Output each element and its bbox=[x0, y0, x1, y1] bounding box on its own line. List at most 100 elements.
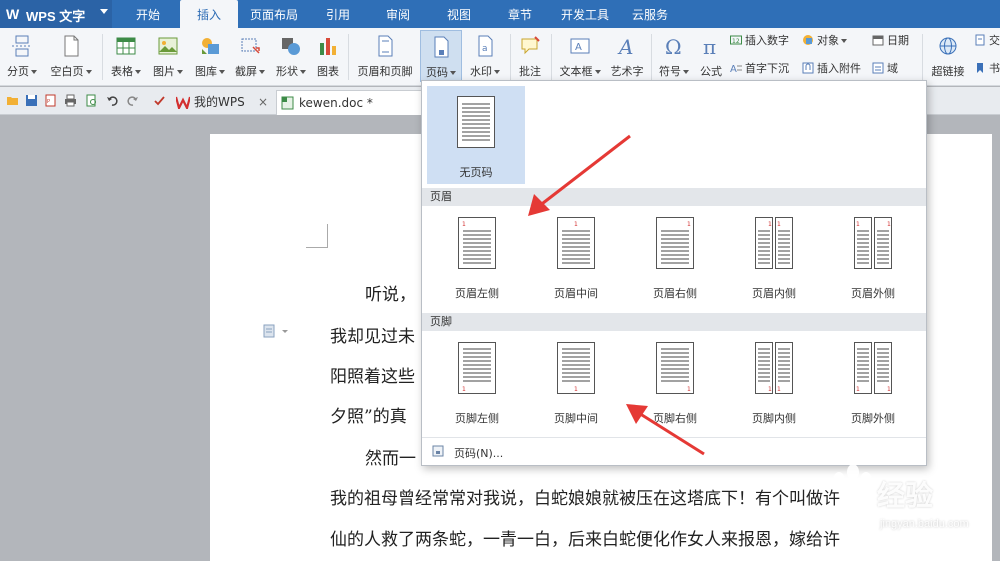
insert-number-button[interactable]: 12 插入数字 bbox=[730, 32, 789, 50]
option-label: 页脚左侧 bbox=[455, 412, 499, 425]
first-drop-button[interactable]: A 首字下沉 bbox=[730, 60, 789, 78]
tab-chapter[interactable]: 章节 bbox=[500, 0, 540, 28]
document-icon bbox=[975, 34, 985, 46]
customize-toolbar-icon[interactable] bbox=[153, 94, 166, 107]
save-icon[interactable] bbox=[25, 94, 38, 107]
option-label: 页眉外侧 bbox=[851, 287, 895, 300]
page-break-icon bbox=[12, 35, 32, 57]
cross-ref-button[interactable]: 交 bbox=[974, 32, 1000, 50]
option-header-inside[interactable]: 1 1 页眉内侧 bbox=[725, 211, 823, 309]
export-pdf-icon[interactable]: P bbox=[44, 94, 57, 107]
page-number-button[interactable]: 页码 bbox=[420, 30, 462, 82]
globe-icon bbox=[939, 37, 957, 55]
doc-tab-my-wps[interactable]: 我的WPS × bbox=[172, 90, 274, 115]
gallery-label: 图库 bbox=[195, 65, 217, 78]
bookmark-button[interactable]: 书 bbox=[974, 60, 1000, 78]
insert-number-label: 插入数字 bbox=[745, 34, 789, 47]
page-thumbnail-icon: 1 bbox=[557, 217, 595, 269]
chart-icon bbox=[320, 38, 336, 55]
date-label: 日期 bbox=[887, 34, 909, 47]
page-number-digit: 1 bbox=[856, 386, 860, 393]
ribbon: 分页 空白页 表格 图片 图库 截屏 形状 图表 页眉和页脚 页码 a 水印 批… bbox=[0, 28, 1000, 86]
shapes-button[interactable]: 形状 bbox=[271, 30, 311, 82]
page-thumbnail-icon: 1 bbox=[557, 342, 595, 394]
header-footer-button[interactable]: 页眉和页脚 bbox=[352, 30, 418, 82]
text-box-button[interactable]: A 文本框 bbox=[555, 30, 605, 82]
option-label: 页眉中间 bbox=[554, 287, 598, 300]
option-label: 页脚外侧 bbox=[851, 412, 895, 425]
ribbon-divider bbox=[551, 34, 552, 80]
paragraph-line: 夕照”的真 bbox=[330, 407, 407, 427]
blank-page-button[interactable]: 空白页 bbox=[45, 30, 97, 82]
option-footer-outside[interactable]: 1 1 页脚外侧 bbox=[824, 336, 922, 434]
picture-icon bbox=[158, 37, 178, 55]
table-button[interactable]: 表格 bbox=[106, 30, 146, 82]
page-thumbnail-icon: 1 bbox=[656, 342, 694, 394]
svg-text:A: A bbox=[575, 42, 582, 53]
symbol-label: 符号 bbox=[659, 65, 681, 78]
annotation-arrow-lower bbox=[626, 404, 705, 456]
object-button[interactable]: 对象 bbox=[802, 32, 847, 50]
app-menu-button[interactable]: W WPS 文字 bbox=[0, 0, 112, 28]
print-icon[interactable] bbox=[64, 94, 77, 107]
tab-references[interactable]: 引用 bbox=[318, 0, 358, 28]
redo-icon[interactable] bbox=[126, 94, 139, 107]
watermark-button[interactable]: a 水印 bbox=[464, 30, 506, 82]
print-preview-icon[interactable] bbox=[85, 94, 98, 107]
baidu-jingyan-watermark: 经验 jingyan.baidu.com bbox=[822, 452, 998, 552]
page-thumbnail-icon bbox=[457, 96, 495, 148]
hyperlink-label: 超链接 bbox=[931, 65, 965, 78]
undo-icon[interactable] bbox=[106, 94, 119, 107]
page-number-digit: 1 bbox=[777, 221, 781, 228]
chevron-down-icon bbox=[177, 70, 183, 74]
pi-icon: π bbox=[703, 35, 716, 57]
page-thumbnail-icon: 1 bbox=[458, 342, 496, 394]
option-header-right[interactable]: 1 页眉右侧 bbox=[626, 211, 724, 309]
chart-button[interactable]: 图表 bbox=[312, 30, 344, 82]
header-section-title: 页眉 bbox=[422, 188, 926, 206]
doc-tab-kewen[interactable]: kewen.doc * bbox=[276, 90, 422, 115]
picture-button[interactable]: 图片 bbox=[148, 30, 188, 82]
page-break-button[interactable]: 分页 bbox=[3, 30, 41, 82]
paragraph-layout-icon[interactable] bbox=[263, 324, 289, 338]
option-footer-left[interactable]: 1 页脚左侧 bbox=[428, 336, 526, 434]
comment-label: 批注 bbox=[519, 65, 541, 78]
ribbon-divider bbox=[651, 34, 652, 80]
omega-icon: Ω bbox=[665, 35, 682, 57]
word-art-button[interactable]: A 艺术字 bbox=[607, 30, 647, 82]
paragraph-line: 阳照着这些 bbox=[330, 367, 415, 387]
field-button[interactable]: 域 bbox=[872, 60, 898, 78]
tab-review[interactable]: 审阅 bbox=[378, 0, 418, 28]
option-footer-center[interactable]: 1 页脚中间 bbox=[527, 336, 625, 434]
option-header-center[interactable]: 1 页眉中间 bbox=[527, 211, 625, 309]
tab-page-layout[interactable]: 页面布局 bbox=[247, 0, 301, 28]
open-folder-icon[interactable] bbox=[6, 94, 19, 107]
page-number-digit: 1 bbox=[574, 386, 578, 393]
date-button[interactable]: 日期 bbox=[872, 32, 909, 50]
tab-insert[interactable]: 插入 bbox=[180, 0, 238, 30]
paragraph-line: 我却见过未 bbox=[330, 327, 415, 347]
option-no-page-number[interactable]: 无页码 bbox=[427, 86, 525, 184]
insert-attachment-button[interactable]: 插入附件 bbox=[802, 60, 861, 78]
gallery-button[interactable]: 图库 bbox=[190, 30, 230, 82]
comment-button[interactable]: 批注 bbox=[512, 30, 548, 82]
option-header-left[interactable]: 1 页眉左侧 bbox=[428, 211, 526, 309]
table-label: 表格 bbox=[111, 65, 133, 78]
menu-bar: W WPS 文字 开始 插入 页面布局 引用 审阅 视图 章节 开发工具 云服务 bbox=[0, 0, 1000, 30]
page-number-digit: 1 bbox=[462, 221, 466, 228]
tab-developer[interactable]: 开发工具 bbox=[556, 0, 614, 28]
ribbon-divider bbox=[348, 34, 349, 80]
option-header-outside[interactable]: 1 1 页眉外侧 bbox=[824, 211, 922, 309]
tab-home[interactable]: 开始 bbox=[128, 0, 168, 28]
page-number-digit: 1 bbox=[768, 221, 772, 228]
tab-view[interactable]: 视图 bbox=[439, 0, 479, 28]
watermark-brand: 经验 bbox=[877, 479, 934, 512]
tab-cloud[interactable]: 云服务 bbox=[626, 0, 674, 28]
close-icon[interactable]: × bbox=[258, 90, 268, 115]
option-footer-inside[interactable]: 1 1 页脚内侧 bbox=[725, 336, 823, 434]
symbol-button[interactable]: Ω 符号 bbox=[654, 30, 694, 82]
screenshot-button[interactable]: 截屏 bbox=[232, 30, 268, 82]
formula-button[interactable]: π 公式 bbox=[695, 30, 727, 82]
chevron-down-icon bbox=[300, 70, 306, 74]
hyperlink-button[interactable]: 超链接 bbox=[926, 30, 970, 82]
